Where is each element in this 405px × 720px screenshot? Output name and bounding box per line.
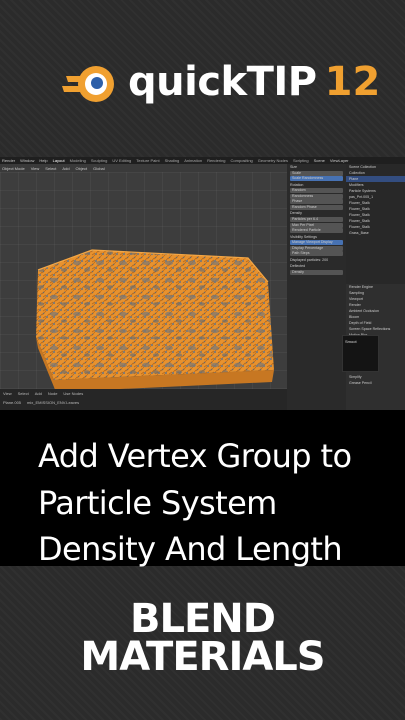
timeline-view[interactable]: View [3, 391, 12, 396]
prop-field[interactable]: Phase [290, 199, 343, 205]
prop-field[interactable]: Particles per 6.4 [290, 217, 343, 223]
menu-render[interactable]: Render [2, 158, 15, 163]
panel-header[interactable]: Deflected [287, 263, 346, 269]
caption-line-3: Density And Length [38, 530, 343, 568]
prop-section: Density [290, 211, 302, 216]
particle-plane-render [36, 249, 274, 392]
transform-orientation-dropdown[interactable]: Global [93, 166, 105, 171]
tab-uv-editing[interactable]: UV Editing [112, 158, 131, 163]
menu-window[interactable]: Window [20, 158, 34, 163]
prop-field[interactable]: Manage Viewport Display [290, 240, 343, 246]
particle-properties-panel: Size Scale Scale Randomness Rotation Ran… [287, 164, 346, 410]
caption-line-2: Particle System [38, 484, 277, 522]
render-item[interactable]: Grease Pencil [346, 380, 405, 386]
footer-line-1: BLEND [130, 596, 276, 642]
blend-materials-title: BLEND MATERIALS [0, 596, 405, 680]
tab-geometry-nodes[interactable]: Geometry Nodes [258, 158, 288, 163]
footer-line-2: MATERIALS [80, 634, 325, 680]
outliner-item[interactable]: Grass_Base [346, 230, 405, 236]
outliner: Scene Collection Collection Plane Modifi… [346, 164, 405, 284]
menu-view[interactable]: View [31, 166, 40, 171]
menu-help[interactable]: Help [39, 158, 47, 163]
menu-add[interactable]: Add [62, 166, 69, 171]
timeline-node[interactable]: Node [48, 391, 58, 396]
tab-texture-paint[interactable]: Texture Paint [136, 158, 159, 163]
quicktip-number: 12 [324, 59, 381, 105]
panel-header[interactable]: Visibility Settings [287, 234, 346, 240]
prop-field[interactable]: Scale Randomness [290, 176, 343, 182]
tab-compositing[interactable]: Compositing [231, 158, 253, 163]
3d-viewport[interactable] [0, 172, 287, 397]
caption-block: Add Vertex Group to Particle System Dens… [0, 410, 405, 568]
tab-sculpting[interactable]: Sculpting [91, 158, 107, 163]
tab-rendering[interactable]: Rendering [207, 158, 225, 163]
tab-scripting[interactable]: Scripting [293, 158, 309, 163]
timeline-add[interactable]: Add [35, 391, 42, 396]
prop-field[interactable]: Path Steps [290, 251, 343, 257]
caption-line-1: Add Vertex Group to [38, 437, 352, 475]
prop-field[interactable]: Display Percentage [290, 245, 343, 251]
breadcrumb-material[interactable]: mix_EMISSION_ENV.Leaves [27, 400, 79, 405]
menu-select[interactable]: Select [45, 166, 56, 171]
prop-field[interactable]: Density [290, 269, 343, 275]
prop-field[interactable]: Scale [290, 170, 343, 176]
prop-field[interactable]: Max Per Pixel [290, 222, 343, 228]
blender-screenshot: Render Window Help Layout Modeling Sculp… [0, 157, 405, 410]
timeline-select[interactable]: Select [18, 391, 29, 396]
quicktip-brand: quickTIP 12 [60, 52, 380, 112]
viewport-header: Object Mode View Select Add Object Globa… [0, 164, 287, 172]
tab-modeling[interactable]: Modeling [70, 158, 86, 163]
popup-label: Smoot [345, 339, 357, 344]
prop-field[interactable]: Rendered Particle [290, 228, 343, 234]
top-menubar: Render Window Help Layout Modeling Sculp… [0, 157, 405, 164]
size-label: Size [290, 165, 297, 169]
tab-animation[interactable]: Animation [184, 158, 202, 163]
use-nodes-toggle[interactable]: Use Nodes [63, 391, 83, 396]
object-mode-dropdown[interactable]: Object Mode [2, 166, 25, 171]
scene-name[interactable]: Scene [314, 158, 325, 163]
prop-field[interactable]: Random [290, 188, 343, 194]
menu-object[interactable]: Object [76, 166, 88, 171]
blender-logo-icon [62, 66, 114, 102]
node-editor-header: View Select Add Node Use Nodes Plane.005… [0, 389, 287, 410]
panel-header[interactable]: Rotation [287, 182, 346, 188]
tab-shading[interactable]: Shading [165, 158, 180, 163]
dropdown-popup[interactable]: Smoot [342, 335, 379, 372]
prop-field[interactable]: Random Phase [290, 204, 343, 210]
breadcrumb-object[interactable]: Plane.005 [3, 400, 21, 405]
quicktip-title: quickTIP [128, 59, 317, 105]
view-layer-name[interactable]: ViewLayer [330, 158, 349, 163]
tab-layout[interactable]: Layout [53, 158, 65, 163]
prop-field[interactable]: Randomness [290, 193, 343, 199]
